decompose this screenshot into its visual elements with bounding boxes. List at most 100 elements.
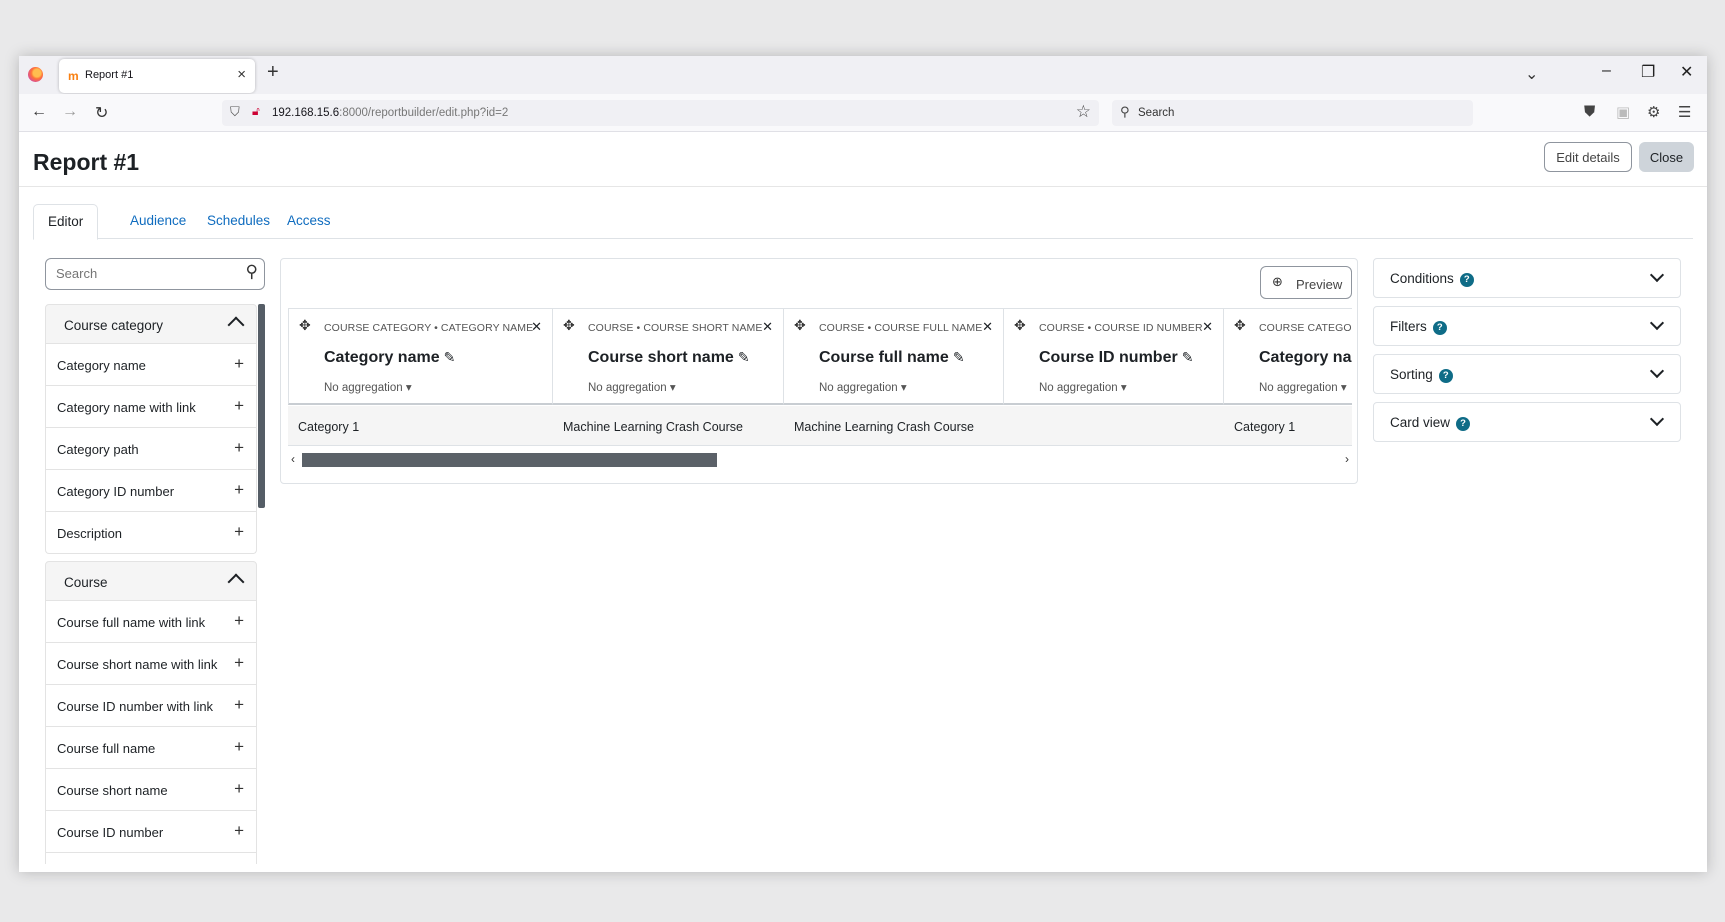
chevron-up-icon[interactable] <box>227 573 245 591</box>
group-course[interactable]: Course <box>45 561 257 601</box>
move-icon[interactable]: ✥ <box>1014 317 1026 334</box>
help-icon[interactable]: ? <box>1432 321 1447 335</box>
scrollbar-thumb[interactable] <box>302 453 717 467</box>
browser-tab[interactable]: m Report #1 × <box>59 59 255 93</box>
aggregation-select[interactable]: No aggregation ▾ <box>1259 380 1347 394</box>
restore-icon[interactable]: ❐ <box>1641 62 1655 82</box>
list-item[interactable]: Course full name with link + <box>45 601 257 643</box>
item-label: Course ID number <box>57 825 164 840</box>
edit-details-button[interactable]: Edit details <box>1544 142 1632 172</box>
browser-search-bar[interactable]: ⚲ Search <box>1112 100 1473 126</box>
column-heading[interactable]: Course short name ✎ <box>588 349 750 367</box>
pencil-icon[interactable]: ✎ <box>953 349 965 365</box>
column-heading[interactable]: Course full name ✎ <box>819 349 965 367</box>
aggregation-select[interactable]: No aggregation ▾ <box>324 380 412 394</box>
list-item[interactable]: Course ID number with link + <box>45 685 257 727</box>
tab-audience[interactable]: Audience <box>116 204 200 240</box>
list-item[interactable]: Course full name + <box>45 727 257 769</box>
help-icon[interactable]: ? <box>1438 369 1453 383</box>
list-item[interactable]: Category name + <box>45 344 257 386</box>
bookmark-star-icon[interactable]: ☆ <box>1076 102 1091 122</box>
list-tabs-chevron-icon[interactable]: ⌄ <box>1525 64 1538 84</box>
move-icon[interactable]: ✥ <box>299 317 311 334</box>
pencil-icon[interactable]: ✎ <box>738 349 750 365</box>
chevron-down-icon[interactable] <box>1649 315 1665 331</box>
add-icon[interactable]: + <box>234 737 244 757</box>
chevron-down-icon[interactable] <box>1649 363 1665 379</box>
remove-column-icon[interactable]: ✕ <box>982 319 993 335</box>
aggregation-select[interactable]: No aggregation ▾ <box>588 380 676 394</box>
card-label: Sorting? <box>1390 367 1453 383</box>
scroll-right-icon[interactable]: › <box>1345 452 1349 466</box>
list-item[interactable]: Description + <box>45 512 257 554</box>
forward-arrow-icon[interactable]: → <box>62 103 78 121</box>
search-icon[interactable]: ⚲ <box>246 262 258 282</box>
add-icon[interactable]: + <box>234 821 244 841</box>
add-icon[interactable]: + <box>234 522 244 542</box>
sidebar-search-input[interactable] <box>56 266 226 281</box>
list-item[interactable] <box>45 853 257 864</box>
tab-editor[interactable]: Editor <box>33 204 99 240</box>
back-arrow-icon[interactable]: ← <box>31 103 47 121</box>
chevron-down-icon[interactable] <box>1649 267 1665 283</box>
add-icon[interactable]: + <box>234 779 244 799</box>
pencil-icon[interactable]: ✎ <box>444 349 456 365</box>
remove-column-icon[interactable]: ✕ <box>762 319 773 335</box>
column-heading[interactable]: Category name ✎ <box>324 349 455 367</box>
close-button[interactable]: Close <box>1639 142 1694 172</box>
add-icon[interactable]: + <box>234 480 244 500</box>
insecure-lock-icon[interactable]: 🔓︎ <box>252 104 260 119</box>
chevron-up-icon[interactable] <box>227 316 245 334</box>
list-item[interactable]: Category ID number + <box>45 470 257 512</box>
column-heading[interactable]: Category na <box>1259 349 1351 367</box>
pocket-icon[interactable]: ⛊ <box>1584 103 1595 120</box>
sidebar-scrollbar[interactable] <box>258 304 265 508</box>
add-icon[interactable]: + <box>234 695 244 715</box>
add-icon[interactable]: + <box>234 438 244 458</box>
move-icon[interactable]: ✥ <box>563 317 575 334</box>
url-text[interactable]: 192.168.15.6:8000/reportbuilder/edit.php… <box>272 107 508 119</box>
help-icon[interactable]: ? <box>1456 417 1471 431</box>
chevron-down-icon[interactable] <box>1649 411 1665 427</box>
tab-schedules[interactable]: Schedules <box>193 204 284 240</box>
new-tab-icon[interactable]: + <box>267 61 279 84</box>
menu-hamburger-icon[interactable]: ☰ <box>1678 103 1691 121</box>
list-item[interactable]: Course ID number + <box>45 811 257 853</box>
reload-icon[interactable]: ↻ <box>95 103 108 123</box>
aggregation-select[interactable]: No aggregation ▾ <box>819 380 907 394</box>
list-item[interactable]: Category name with link + <box>45 386 257 428</box>
move-icon[interactable]: ✥ <box>794 317 806 334</box>
shield-icon[interactable]: ⛉ <box>230 104 240 120</box>
remove-column-icon[interactable]: ✕ <box>1202 319 1213 335</box>
window-close-icon[interactable]: ✕ <box>1680 62 1693 82</box>
list-item[interactable]: Course short name with link + <box>45 643 257 685</box>
list-item[interactable]: Category path + <box>45 428 257 470</box>
table-cell: Machine Learning Crash Course <box>794 420 974 434</box>
tab-access[interactable]: Access <box>273 204 345 240</box>
horizontal-scrollbar[interactable]: ‹ › <box>288 452 1352 468</box>
aggregation-select[interactable]: No aggregation ▾ <box>1039 380 1127 394</box>
column-heading[interactable]: Course ID number ✎ <box>1039 349 1193 367</box>
add-icon[interactable]: + <box>234 611 244 631</box>
sorting-card[interactable]: Sorting? <box>1373 354 1681 394</box>
extensions-icon[interactable]: ⚙ <box>1647 103 1660 121</box>
tab-close-icon[interactable]: × <box>237 66 246 83</box>
group-course-category[interactable]: Course category <box>45 304 257 344</box>
conditions-card[interactable]: Conditions? <box>1373 258 1681 298</box>
pencil-icon[interactable]: ✎ <box>1182 349 1194 365</box>
filters-card[interactable]: Filters? <box>1373 306 1681 346</box>
minimize-icon[interactable]: – <box>1602 62 1611 80</box>
url-bar[interactable]: ⛉ 🔓︎ 192.168.15.6:8000/reportbuilder/edi… <box>222 100 1099 126</box>
card-view-card[interactable]: Card view? <box>1373 402 1681 442</box>
add-icon[interactable]: + <box>234 653 244 673</box>
firefox-logo-icon[interactable] <box>28 67 43 82</box>
move-icon[interactable]: ✥ <box>1234 317 1246 334</box>
add-icon[interactable]: + <box>234 396 244 416</box>
container-icon[interactable]: ▣ <box>1616 103 1630 121</box>
scroll-left-icon[interactable]: ‹ <box>291 452 295 466</box>
preview-button[interactable]: ⊕ Preview <box>1260 266 1352 299</box>
list-item[interactable]: Course short name + <box>45 769 257 811</box>
remove-column-icon[interactable]: ✕ <box>531 319 542 335</box>
add-icon[interactable]: + <box>234 354 244 374</box>
help-icon[interactable]: ? <box>1459 273 1474 287</box>
